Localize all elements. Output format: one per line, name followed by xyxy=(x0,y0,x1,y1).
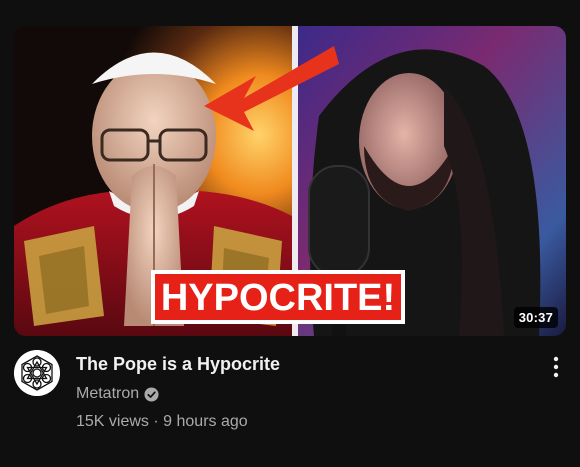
view-count: 15K views xyxy=(76,413,149,430)
thumbnail-image: HYPOCRITE! xyxy=(14,26,566,336)
channel-avatar[interactable] xyxy=(14,350,60,396)
video-card: HYPOCRITE! 30:37 The Pope is a Hypocrite xyxy=(0,0,580,467)
duration-badge: 30:37 xyxy=(513,307,558,328)
thumbnail-caption: HYPOCRITE! xyxy=(161,277,395,319)
upload-age: 9 hours ago xyxy=(163,413,248,430)
more-actions-button[interactable] xyxy=(544,354,568,380)
channel-row: Metatron xyxy=(76,383,516,405)
video-title[interactable]: The Pope is a Hypocrite xyxy=(76,352,516,376)
more-vertical-icon xyxy=(553,356,559,378)
video-meta: The Pope is a Hypocrite Metatron 15K vie… xyxy=(76,352,516,433)
verified-check-icon xyxy=(144,386,159,402)
video-thumbnail[interactable]: HYPOCRITE! 30:37 xyxy=(14,26,566,336)
separator-dot: · xyxy=(153,413,159,430)
video-stats: 15K views · 9 hours ago xyxy=(76,411,516,433)
metatron-cube-icon xyxy=(14,350,60,396)
channel-name[interactable]: Metatron xyxy=(76,385,139,403)
